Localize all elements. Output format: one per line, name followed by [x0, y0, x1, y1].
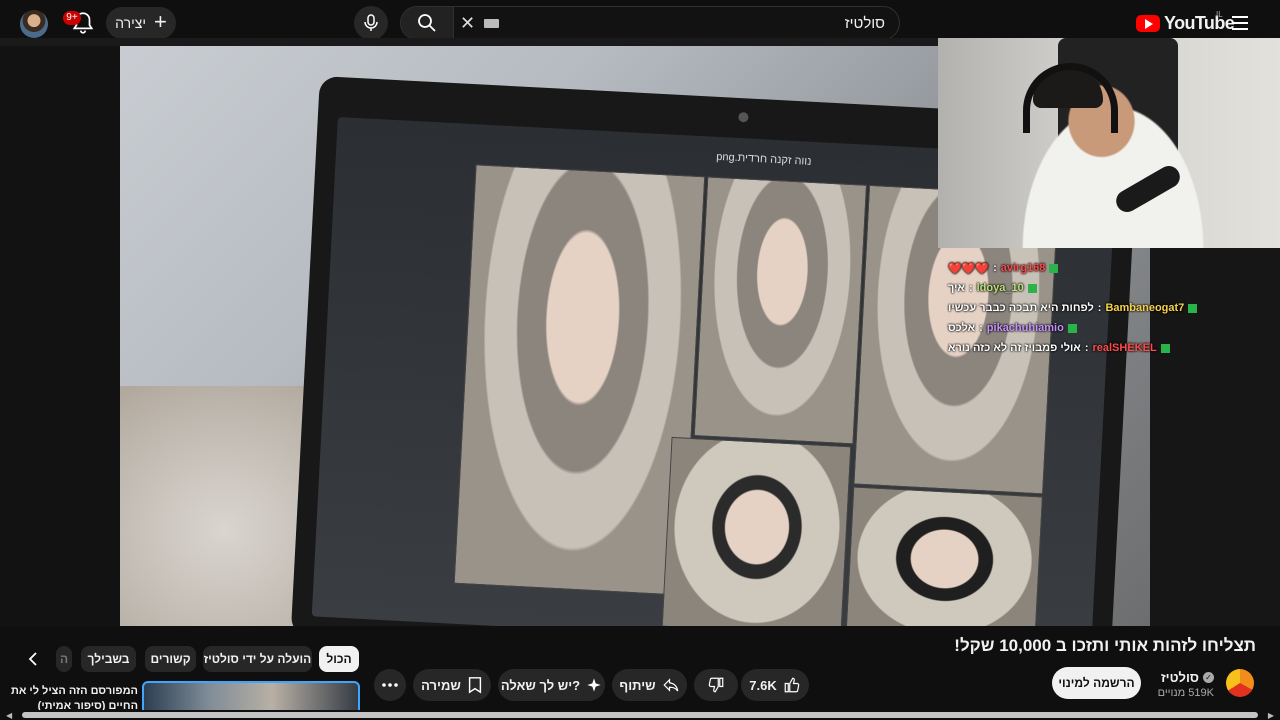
- stream-chat-overlay: avirg168 : ❤️❤️❤️ ldoya_10 : איך Bambane…: [948, 258, 1218, 358]
- account-avatar[interactable]: [20, 10, 48, 38]
- chat-username: avirg168: [1000, 262, 1046, 274]
- sparkle-icon: [587, 678, 601, 692]
- chip-for-you[interactable]: בשבילך: [81, 646, 136, 672]
- keyboard-icon[interactable]: [484, 19, 499, 28]
- kick-icon: [1160, 343, 1170, 353]
- save-button[interactable]: שמירה: [413, 669, 491, 701]
- subscribe-button[interactable]: הרשמה למינוי: [1052, 667, 1141, 699]
- share-arrow-icon: [662, 678, 678, 692]
- chat-message: Bambaneogat7 : לפחות היא תבכה כבבר עכשיו: [948, 298, 1218, 318]
- search-input[interactable]: [525, 15, 885, 32]
- youtube-logo-text: YouTube: [1164, 13, 1235, 33]
- scrollbar-thumb[interactable]: [22, 712, 1258, 718]
- chip-all[interactable]: הכול: [319, 646, 359, 672]
- portrait-photo: [661, 436, 852, 626]
- image-viewer-title: png.נווה זקנה חרדית: [715, 150, 812, 168]
- video-letterbox-left: [0, 46, 120, 626]
- verified-check-icon: ✓: [1203, 672, 1214, 683]
- search-icon: [418, 14, 436, 32]
- bookmark-icon: [468, 677, 481, 694]
- dislike-button[interactable]: [694, 669, 738, 701]
- search-box: ✕: [453, 6, 900, 40]
- chat-message: ldoya_10 : איך: [948, 278, 1218, 298]
- scroll-left-arrow-icon[interactable]: ◀: [6, 711, 12, 720]
- search-button[interactable]: [400, 6, 454, 40]
- chip-related[interactable]: קשורים: [145, 646, 196, 672]
- youtube-play-icon: [1136, 15, 1160, 32]
- chat-username: realSHEKEL: [1092, 342, 1157, 354]
- laptop-webcam: [738, 111, 749, 123]
- kick-icon: [1027, 283, 1037, 293]
- chat-message: avirg168 : ❤️❤️❤️: [948, 258, 1218, 278]
- chat-username: Bambaneogat7: [1105, 302, 1185, 314]
- portrait-photo: [845, 486, 1043, 626]
- chip-uploaded-by[interactable]: הועלה על ידי סולטיז: [203, 646, 312, 672]
- like-button[interactable]: 7.6K: [741, 669, 809, 701]
- hamburger-menu-icon[interactable]: [1232, 16, 1248, 30]
- subscriber-count: 519K מנויים: [1157, 687, 1214, 699]
- thumbs-up-icon: [784, 677, 800, 693]
- streamer-facecam: [938, 38, 1280, 248]
- video-player[interactable]: png.נווה זקנה חרדית avirg168 : ❤️❤️❤️ ld…: [0, 38, 1280, 626]
- video-title: תצליחו לזהות אותי ותזכו ב 10,000 שקל!: [954, 636, 1256, 655]
- voice-search-button[interactable]: [354, 6, 388, 40]
- ask-question-button[interactable]: יש לך שאלה?: [498, 669, 605, 701]
- like-count: 7.6K: [749, 677, 777, 693]
- plus-icon: +: [153, 9, 167, 34]
- share-label: שיתוף: [619, 677, 656, 693]
- kick-icon: [1067, 323, 1077, 333]
- scroll-right-arrow-icon[interactable]: ▶: [1268, 711, 1274, 720]
- thumbs-down-icon: [708, 677, 724, 693]
- save-label: שמירה: [421, 677, 461, 693]
- kick-icon: [1188, 303, 1198, 313]
- channel-avatar[interactable]: [1226, 669, 1254, 697]
- chat-username: ldoya_10: [976, 282, 1024, 294]
- channel-name[interactable]: ✓ סולטיז: [1161, 670, 1214, 685]
- chat-text: לפחות היא תבכה כבבר עכשיו: [948, 302, 1094, 314]
- country-code: IL: [1216, 10, 1223, 19]
- video-details-bar: תצליחו לזהות אותי ותזכו ב 10,000 שקל! ✓ …: [0, 626, 1280, 720]
- clear-search-icon[interactable]: ✕: [460, 13, 475, 34]
- microphone-icon: [364, 14, 378, 31]
- channel-name-text: סולטיז: [1160, 670, 1199, 685]
- chip-partial[interactable]: ה: [56, 646, 72, 672]
- kick-icon: [1049, 263, 1059, 273]
- chat-message: pikachuhiamio : אלכס: [948, 318, 1218, 338]
- chat-text: אלכס: [948, 322, 976, 334]
- chat-username: pikachuhiamio: [986, 322, 1064, 334]
- horizontal-scrollbar[interactable]: ◀ ▶: [0, 710, 1280, 720]
- more-dots-icon: [382, 683, 398, 687]
- chat-text: איך: [948, 282, 965, 294]
- share-button[interactable]: שיתוף: [612, 669, 687, 701]
- notification-count-badge: 9+: [63, 11, 81, 25]
- chat-text: אולי פמבויז זה לא כזה נורא: [948, 342, 1081, 354]
- more-actions-button[interactable]: [374, 669, 406, 701]
- create-button[interactable]: יצירה +: [106, 7, 176, 39]
- chips-scroll-left-button[interactable]: [20, 646, 46, 672]
- chat-message: realSHEKEL : אולי פמבויז זה לא כזה נורא: [948, 338, 1218, 358]
- portrait-photo: [693, 176, 868, 445]
- chat-text: ❤️❤️❤️: [948, 262, 990, 275]
- ask-label: יש לך שאלה?: [500, 677, 581, 693]
- create-label: יצירה: [115, 15, 146, 31]
- chevron-left-icon: [28, 652, 37, 666]
